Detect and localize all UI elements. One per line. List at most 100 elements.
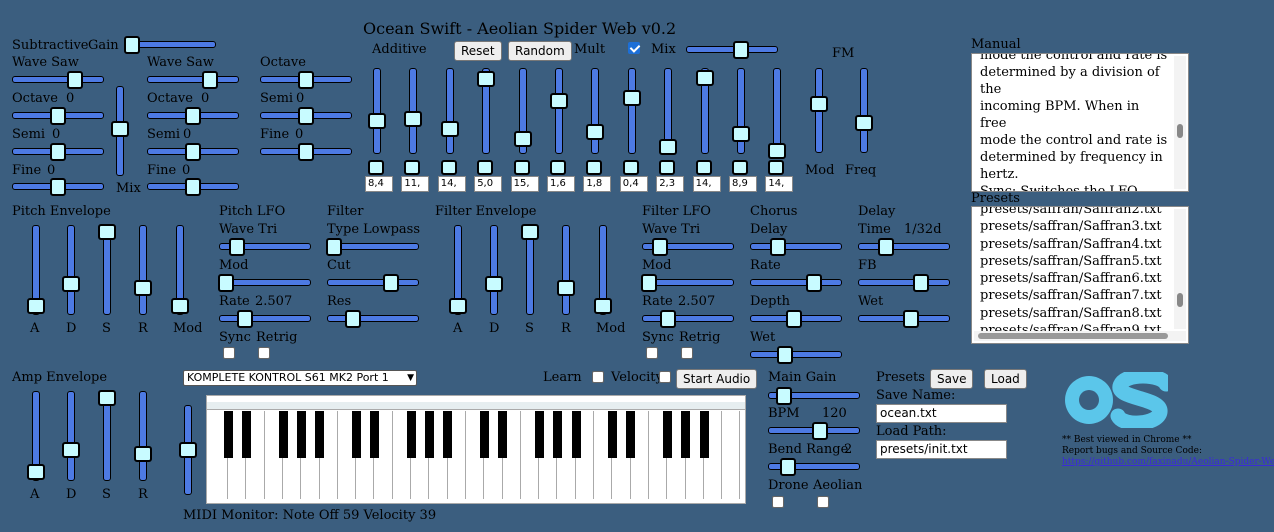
black-key[interactable] [297,411,306,458]
amp-env-release-slider[interactable] [134,391,152,481]
load-path-input[interactable]: presets/init.txt [876,440,1007,459]
chorus-depth-slider[interactable] [750,309,842,329]
black-key[interactable] [553,411,563,458]
pitch-env-sustain-slider[interactable] [98,224,116,315]
osc3-semi-slider[interactable] [260,106,352,126]
harmonic-slider[interactable] [404,68,423,154]
save-button[interactable]: Save [930,369,974,389]
harmonic-handle[interactable] [586,160,603,175]
filter-env-attack-slider[interactable] [449,225,467,315]
harmonic-value-input[interactable]: 1,8 [583,176,612,192]
black-key[interactable] [443,411,453,458]
preset-list-item[interactable]: presets/saffran/Saffran7.txt [980,287,1168,304]
drone-checkbox[interactable] [772,496,784,508]
pitch-env-release-slider[interactable] [134,225,152,315]
amp-env-decay-slider[interactable] [62,391,80,481]
chorus-wet-slider[interactable] [750,345,842,365]
osc1-fine-slider[interactable] [12,177,104,197]
filter-cut-slider[interactable] [327,273,419,293]
pitch-lfo-rate-slider[interactable] [219,309,311,329]
osc2-wave-slider[interactable] [147,70,239,90]
save-name-input[interactable]: ocean.txt [876,404,1007,423]
harmonic-value-input[interactable]: 15, [510,176,539,192]
harmonic-handle[interactable] [768,160,785,175]
presets-h-scrollbar[interactable] [974,331,1186,341]
harmonic-value-input[interactable]: 14, [765,176,794,192]
filter-type-slider[interactable] [326,237,419,257]
load-button[interactable]: Load [984,369,1027,389]
pitch-lfo-mod-slider[interactable] [218,273,311,293]
harmonic-handle[interactable] [622,160,639,175]
preset-list-item[interactable]: presets/saffran/Saffran5.txt [980,253,1168,270]
filter-lfo-retrig-checkbox[interactable] [681,347,693,359]
harmonic-handle[interactable] [550,160,566,175]
harmonic-handle[interactable] [513,160,530,175]
black-key[interactable] [608,411,618,458]
black-key[interactable] [663,411,672,458]
harmonic-value-input[interactable]: 14, [437,176,466,192]
chorus-delay-slider[interactable] [750,237,842,257]
harmonic-slider[interactable] [368,68,386,154]
filter-res-slider[interactable] [327,309,419,329]
harmonic-handle[interactable] [477,160,494,175]
pitch-env-attack-slider[interactable] [27,225,45,315]
bpm-slider[interactable] [768,421,860,441]
filter-lfo-rate-slider[interactable] [642,309,734,329]
filter-lfo-sync-checkbox[interactable] [646,347,658,359]
harmonic-value-input[interactable]: 0,4 [619,176,648,192]
harmonic-slider[interactable] [586,68,605,154]
filter-env-sustain-slider[interactable] [521,224,539,315]
random-button[interactable]: Random [508,41,572,61]
black-key[interactable] [534,411,544,458]
preset-list-item[interactable]: presets/saffran/Saffran6.txt [980,270,1168,287]
harmonic-slider[interactable] [513,68,532,154]
preset-list-item[interactable]: presets/saffran/Saffran8.txt [980,305,1168,322]
bend-range-slider[interactable] [768,457,860,477]
osc3-fine-slider[interactable] [260,142,352,162]
osc1-semi-slider[interactable] [12,142,104,162]
presets-v-scrollbar[interactable] [1174,209,1186,329]
black-key[interactable] [242,411,252,458]
black-key[interactable] [223,411,233,458]
harmonic-value-input[interactable]: 2,3 [656,176,685,192]
delay-wet-slider[interactable] [858,309,950,329]
subtractive-gain-slider[interactable] [124,35,216,55]
harmonic-slider[interactable] [622,68,641,154]
black-key[interactable] [681,411,691,458]
white-key[interactable] [722,411,741,499]
pitch-lfo-sync-checkbox[interactable] [223,347,235,359]
main-gain-slider[interactable] [768,386,860,406]
learn-checkbox[interactable] [592,371,604,383]
pitch-lfo-retrig-checkbox[interactable] [258,347,270,359]
pitch-lfo-wave-slider[interactable] [219,237,311,257]
black-key[interactable] [571,411,581,458]
black-key[interactable] [406,411,416,458]
black-key[interactable] [351,411,361,458]
velocity-checkbox[interactable] [659,371,671,383]
harmonic-slider[interactable] [732,68,750,154]
harmonic-value-input[interactable]: 11, [401,176,430,192]
harmonic-value-input[interactable]: 8,9 [729,176,757,192]
filter-lfo-wave-slider[interactable] [642,237,734,257]
reset-button[interactable]: Reset [454,41,502,61]
amp-env-attack-slider[interactable] [27,391,45,481]
preset-list-item[interactable]: presets/saffran/Saffran3.txt [980,218,1168,235]
midi-device-select[interactable]: KOMPLETE KONTROL S61 MK2 Port 1 ▼ [183,370,417,386]
pitch-env-decay-slider[interactable] [62,225,80,315]
piano-keyboard[interactable] [206,395,746,504]
start-audio-button[interactable]: Start Audio [676,369,758,389]
harmonic-slider[interactable] [695,68,714,154]
additive-mix-checkbox[interactable] [628,42,640,54]
source-link[interactable]: https://github.com/faxinadu/Aeolian-Spid… [1062,457,1274,467]
osc2-fine-slider[interactable] [147,177,239,197]
harmonic-slider[interactable] [477,68,496,154]
black-key[interactable] [425,411,435,458]
amp-env-sustain-slider[interactable] [98,390,116,481]
black-key[interactable] [480,411,489,458]
harmonic-handle[interactable] [732,160,748,175]
pitch-env-mod-slider[interactable] [171,225,189,315]
harmonic-value-input[interactable]: 14, [692,176,721,192]
osc1-wave-slider[interactable] [12,70,104,90]
chorus-rate-slider[interactable] [750,273,842,293]
harmonic-value-input[interactable]: 8,4 [365,176,393,192]
